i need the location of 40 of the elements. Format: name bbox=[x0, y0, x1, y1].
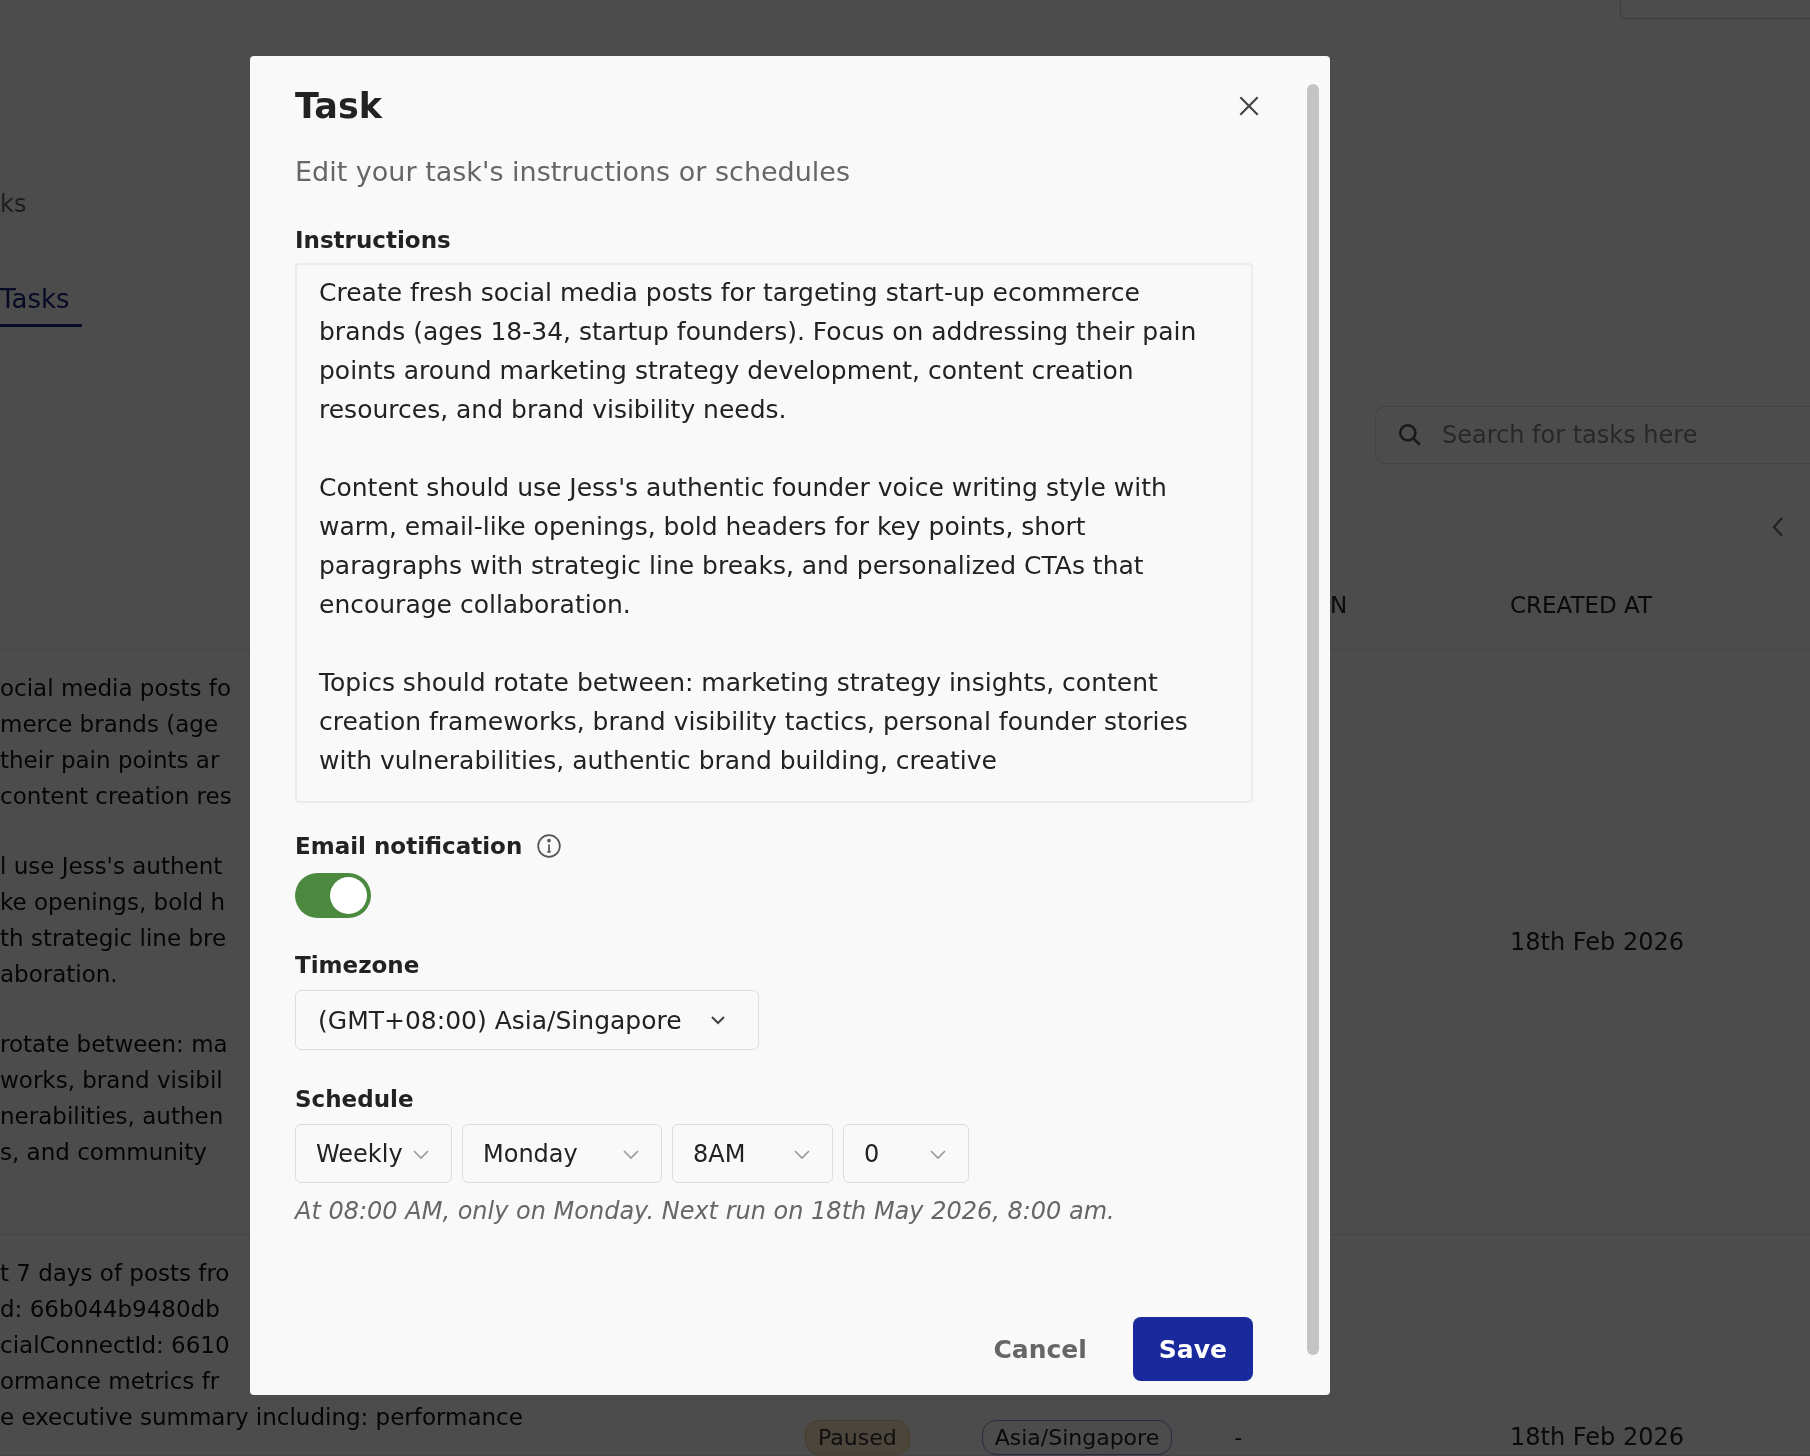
task-text: t 7 days of posts fro bbox=[0, 1259, 230, 1288]
info-icon[interactable] bbox=[536, 833, 563, 859]
task-text: ocial media posts fo bbox=[0, 674, 231, 703]
schedule-select[interactable]: Monday bbox=[462, 1124, 662, 1183]
task-text: th strategic line bre bbox=[0, 924, 227, 953]
dialog-title: Task bbox=[295, 86, 383, 126]
scrollbar[interactable] bbox=[1307, 84, 1319, 1355]
task-text: d: 66b044b9480db bbox=[0, 1295, 220, 1324]
toggle-switch[interactable] bbox=[295, 873, 371, 918]
schedule-text: - bbox=[1234, 1425, 1243, 1450]
task-text: ormance metrics fr bbox=[0, 1367, 220, 1396]
task-text: ke openings, bold h bbox=[0, 888, 226, 917]
instructions-field[interactable]: Create fresh social media posts for targeting start-up ecommerce brands (ages 18-34, startup founders). Focus on addressing their pain points around marketing strategy development, content creation resources, and brand visibility needs. Content should use Jess's authentic founder voice writing style with warm, email-like openings, bold headers for key points, short paragraphs with strategic line breaks, and personalized CTAs that encourage collaboration. Topics should rotate between: marketing strategy insights, content creation frameworks, brand visibility tactics, personal founder stories with vulnerabilities, authentic brand building, creative bbox=[295, 263, 1253, 803]
schedule-select[interactable]: 8AM bbox=[672, 1124, 833, 1183]
task-text: nerabilities, authen bbox=[0, 1102, 224, 1131]
cancel-button[interactable]: Cancel bbox=[985, 1318, 1095, 1380]
task-text: l use Jess's authent bbox=[0, 852, 223, 881]
task-text: content creation res bbox=[0, 782, 232, 811]
schedule-select[interactable]: 0 bbox=[843, 1124, 969, 1183]
created-date: 18th Feb 2026 bbox=[1510, 1423, 1684, 1451]
task-text: works, brand visibil bbox=[0, 1066, 223, 1095]
created-date: 18th Feb 2026 bbox=[1510, 928, 1684, 956]
field-label: Timezone bbox=[295, 952, 420, 978]
task-text: cialConnectId: 6610 bbox=[0, 1331, 230, 1360]
save-button[interactable]: Save bbox=[1132, 1317, 1253, 1381]
task-text: their pain points ar bbox=[0, 746, 220, 775]
task-text: e executive summary including: performance bbox=[0, 1403, 523, 1432]
task-text: merce brands (age bbox=[0, 710, 219, 739]
timezone-select[interactable]: (GMT+08:00) Asia/Singapore bbox=[295, 990, 759, 1050]
column-header: CREATED AT bbox=[1510, 591, 1653, 618]
column-header: N bbox=[1330, 591, 1349, 618]
task-text: rotate between: ma bbox=[0, 1030, 228, 1059]
task-text: aboration. bbox=[0, 960, 118, 989]
task-text: s, and community bbox=[0, 1138, 207, 1167]
schedule-select[interactable]: Weekly bbox=[295, 1124, 452, 1183]
dialog-subtitle: Edit your task's instructions or schedules bbox=[295, 156, 851, 187]
schedule-summary: At 08:00 AM, only on Monday. Next run on 18th May 2026, 8:00 am. bbox=[295, 1197, 1115, 1225]
field-label: Email notification bbox=[295, 833, 523, 859]
field-label: Instructions bbox=[295, 227, 451, 253]
field-label: Schedule bbox=[295, 1086, 414, 1112]
